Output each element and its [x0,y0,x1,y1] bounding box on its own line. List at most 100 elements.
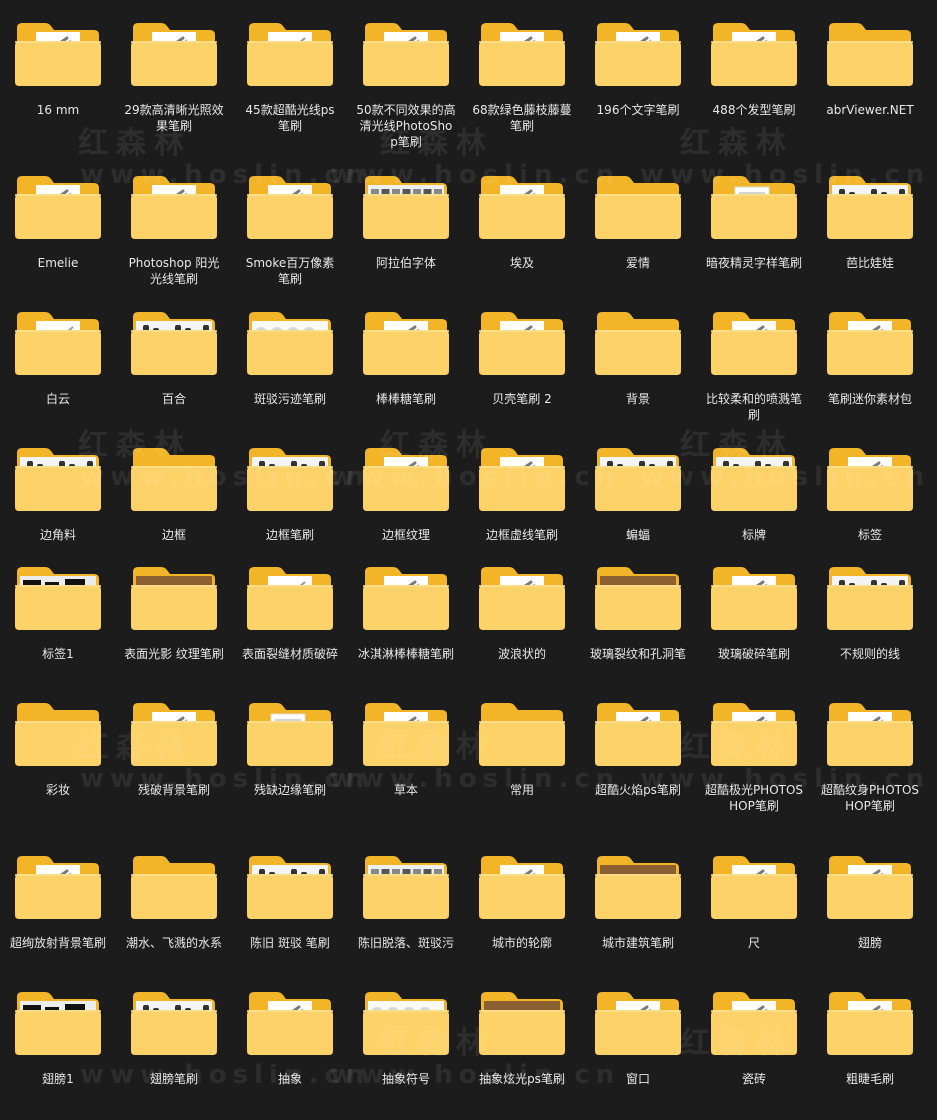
folder-item[interactable]: 比较柔和的喷溅笔刷 [696,309,812,423]
folder-name: 玻璃破碎笔刷 [717,647,790,661]
folder-item[interactable]: 边框虚线笔刷 [464,445,580,543]
folder-item[interactable]: 阿拉伯字体 [348,173,464,271]
folder-item[interactable]: 城市建筑笔刷 [580,853,696,951]
folder-item[interactable]: 玻璃破碎笔刷 [696,564,812,662]
folder-name: 边框虚线笔刷 [485,528,558,542]
folder-name: 城市的轮廓 [491,936,552,950]
folder-item[interactable]: 超酷火焰ps笔刷 [580,700,696,798]
folder-name: 68款绿色藤枝藤蔓笔刷 [472,103,572,133]
folder-item[interactable]: 边角料 [0,445,116,543]
folder-item[interactable]: 不规则的线 [812,564,928,662]
folder-icon [827,23,913,86]
folder-item[interactable]: 笔刷迷你素材包 [812,309,928,407]
folder-item[interactable]: 波浪状的 [464,564,580,662]
folder-item[interactable]: 棒棒糖笔刷 [348,309,464,407]
folder-item[interactable]: 爱情 [580,173,696,271]
folder-item[interactable]: 潮水、飞溅的水系 [116,853,232,951]
folder-item[interactable]: 彩妆 [0,700,116,798]
folder-name: 草本 [393,783,418,797]
folder-name: 暗夜精灵字样笔刷 [705,256,802,270]
folder-item[interactable]: 68款绿色藤枝藤蔓笔刷 [464,20,580,134]
folder-item[interactable]: 抽象符号 [348,989,464,1087]
folder-item[interactable]: 抽象 [232,989,348,1087]
folder-item[interactable]: 窗口 [580,989,696,1087]
folder-item[interactable]: 尺 [696,853,812,951]
folder-item[interactable]: 蝙蝠 [580,445,696,543]
folder-item[interactable]: 斑驳污迹笔刷 [232,309,348,407]
folder-icon [827,856,913,919]
folder-item[interactable]: Smoke百万像素笔刷 [232,173,348,287]
folder-name: 抽象符号 [381,1072,430,1086]
folder-item[interactable]: 抽象炫光ps笔刷 [464,989,580,1087]
folder-name: 超酷纹身PHOTOSHOP笔刷 [820,783,920,813]
folder-item[interactable]: 城市的轮廓 [464,853,580,951]
folder-name: 彩妆 [45,783,70,797]
folder-name: 瓷砖 [741,1072,766,1086]
folder-item[interactable]: 瓷砖 [696,989,812,1087]
folder-item[interactable]: 标签 [812,445,928,543]
folder-icon [479,703,565,766]
folder-item[interactable]: Emelie [0,173,116,271]
folder-name: 表面裂缝材质破碎 [241,647,338,661]
folder-icon [131,703,217,766]
folder-item[interactable]: 16 mm [0,20,116,118]
folder-item[interactable]: 翅膀笔刷 [116,989,232,1087]
folder-icon [711,448,797,511]
folder-item[interactable]: 芭比娃娃 [812,173,928,271]
folder-icon [479,312,565,375]
folder-item[interactable]: 29款高清晰光照效果笔刷 [116,20,232,134]
folder-item[interactable]: 残缺边缘笔刷 [232,700,348,798]
folder-item[interactable]: 陈旧脱落、斑驳污 [348,853,464,951]
folder-name: 蝙蝠 [625,528,650,542]
folder-item[interactable]: 百合 [116,309,232,407]
folder-name: 抽象炫光ps笔刷 [479,1072,565,1086]
folder-item[interactable]: 冰淇淋棒棒糖笔刷 [348,564,464,662]
folder-item[interactable]: 边框纹理 [348,445,464,543]
folder-item[interactable]: 翅膀1 [0,989,116,1087]
folder-name: 棒棒糖笔刷 [375,392,436,406]
folder-item[interactable]: 超酷纹身PHOTOSHOP笔刷 [812,700,928,814]
folder-item[interactable]: Photoshop 阳光光线笔刷 [116,173,232,287]
folder-item[interactable]: 标牌 [696,445,812,543]
folder-name: 50款不同效果的高清光线PhotoShop笔刷 [356,103,456,149]
folder-item[interactable]: 表面裂缝材质破碎 [232,564,348,662]
folder-item[interactable]: 196个文字笔刷 [580,20,696,118]
folder-item[interactable]: 暗夜精灵字样笔刷 [696,173,812,271]
folder-item[interactable]: 埃及 [464,173,580,271]
folder-icon [479,856,565,919]
folder-item[interactable]: 常用 [464,700,580,798]
folder-item[interactable]: 粗睫毛刷 [812,989,928,1087]
folder-name: 超酷火焰ps笔刷 [595,783,681,797]
folder-name: 196个文字笔刷 [596,103,680,117]
folder-icon [363,856,449,919]
folder-item[interactable]: 贝壳笔刷 2 [464,309,580,407]
folder-item[interactable]: 边框 [116,445,232,543]
folder-name: 29款高清晰光照效果笔刷 [124,103,224,133]
folder-item[interactable]: 45款超酷光线ps笔刷 [232,20,348,134]
folder-name: 笔刷迷你素材包 [827,392,912,406]
folder-icon [15,703,101,766]
folder-name: 阿拉伯字体 [375,256,436,270]
folder-name: 抽象 [277,1072,302,1086]
folder-item[interactable]: 超绚放射背景笔刷 [0,853,116,951]
folder-name: 城市建筑笔刷 [601,936,674,950]
folder-item[interactable]: 玻璃裂纹和孔洞笔 [580,564,696,662]
folder-item[interactable]: 超酷极光PHOTOSHOP笔刷 [696,700,812,814]
folder-item[interactable]: 残破背景笔刷 [116,700,232,798]
folder-item[interactable]: 白云 [0,309,116,407]
folder-name: 常用 [509,783,534,797]
folder-item[interactable]: 草本 [348,700,464,798]
folder-icon [827,312,913,375]
folder-item[interactable]: 背景 [580,309,696,407]
folder-icon [827,703,913,766]
folder-item[interactable]: 标签1 [0,564,116,662]
folder-item[interactable]: 边框笔刷 [232,445,348,543]
folder-item[interactable]: abrViewer.NET [812,20,928,118]
folder-icon [479,23,565,86]
folder-item[interactable]: 488个发型笔刷 [696,20,812,118]
folder-icon [711,23,797,86]
folder-item[interactable]: 翅膀 [812,853,928,951]
folder-item[interactable]: 50款不同效果的高清光线PhotoShop笔刷 [348,20,464,150]
folder-item[interactable]: 陈旧 斑驳 笔刷 [232,853,348,951]
folder-item[interactable]: 表面光影 纹理笔刷 [116,564,232,662]
